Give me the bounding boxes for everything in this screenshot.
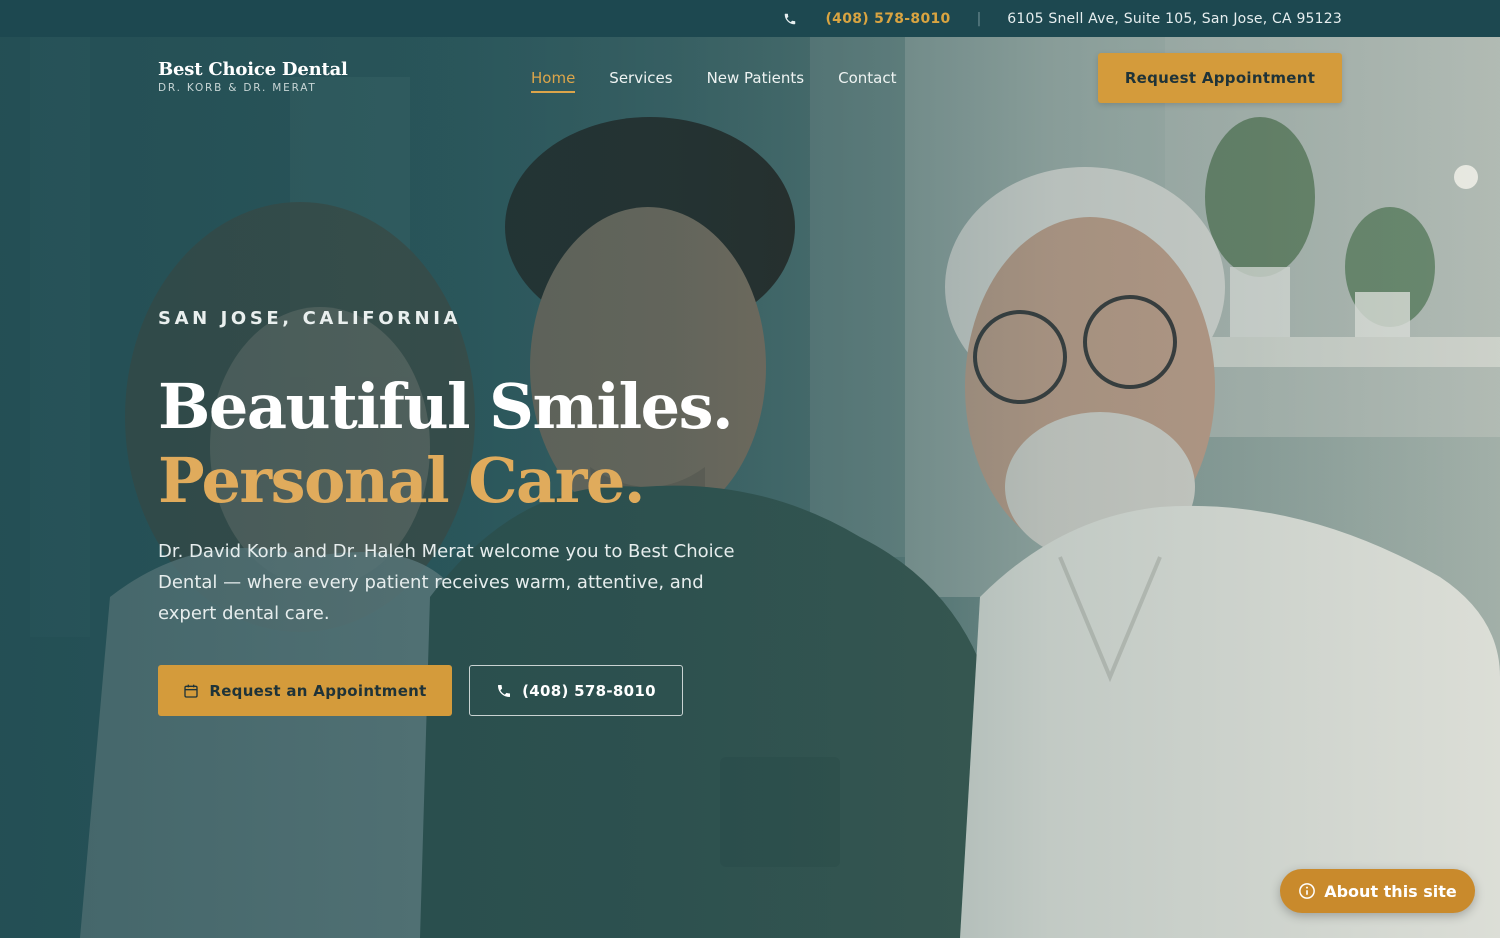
call-phone-label: (408) 578-8010 (522, 681, 656, 700)
hero-eyebrow: SAN JOSE, CALIFORNIA (158, 308, 462, 329)
main-nav: Home Services New Patients Contact (531, 69, 896, 93)
nav-home[interactable]: Home (531, 69, 576, 93)
calendar-icon (184, 684, 199, 698)
brand-logo[interactable]: Best Choice Dental DR. KORB & DR. MERAT (158, 59, 348, 94)
phone-icon (785, 13, 796, 24)
request-an-appointment-button[interactable]: Request an Appointment (158, 665, 452, 716)
hero-headline-line1: Beautiful Smiles. (158, 370, 734, 443)
hero-lead: Dr. David Korb and Dr. Haleh Merat welco… (158, 541, 735, 624)
request-an-appointment-label: Request an Appointment (209, 681, 427, 700)
about-this-site-button[interactable]: About this site (1280, 869, 1475, 913)
brand-subtitle: DR. KORB & DR. MERAT (158, 82, 317, 94)
hero-headline-line2: Personal Care. (158, 444, 645, 517)
nav-new-patients[interactable]: New Patients (707, 69, 805, 93)
topbar-phone-link[interactable]: (408) 578-8010 (825, 11, 950, 27)
request-appointment-button[interactable]: Request Appointment (1098, 53, 1342, 103)
nav-services[interactable]: Services (609, 69, 672, 93)
topbar-separator: | (976, 10, 982, 27)
top-bar: (408) 578-8010 | 6105 Snell Ave, Suite 1… (0, 0, 1500, 37)
brand-name: Best Choice Dental (158, 59, 348, 80)
phone-icon (498, 684, 511, 697)
nav-contact[interactable]: Contact (838, 69, 896, 93)
info-icon (1299, 883, 1316, 899)
call-phone-button[interactable]: (408) 578-8010 (469, 665, 683, 716)
hero-headline: Beautiful Smiles. Personal Care. (158, 370, 734, 518)
topbar-address: 6105 Snell Ave, Suite 105, San Jose, CA … (1007, 10, 1342, 27)
about-this-site-label: About this site (1324, 881, 1457, 901)
